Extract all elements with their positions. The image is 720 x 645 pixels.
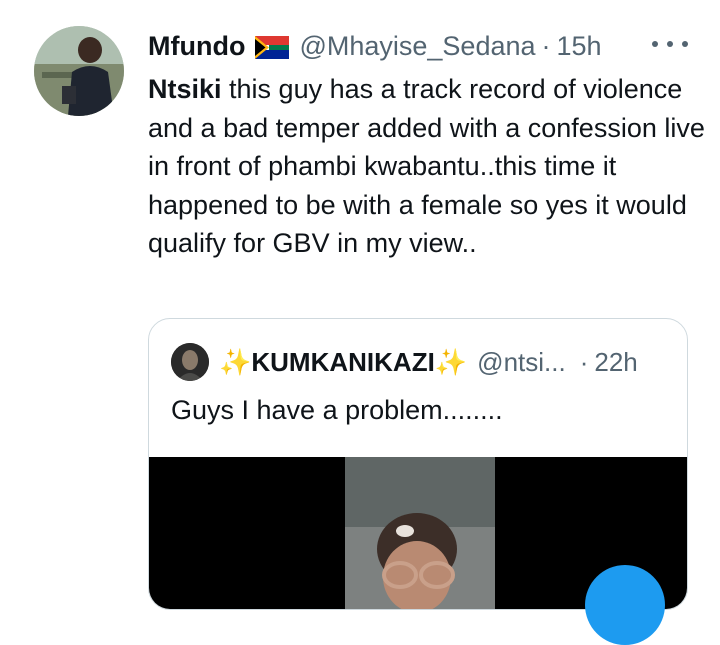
quoted-author-handle: @ntsi... [477,346,566,377]
quoted-tweet[interactable]: ✨ KUMKANIKAZI ✨ @ntsi... · 22h Guys I ha… [148,318,688,610]
compose-button[interactable] [585,565,665,645]
author-name[interactable]: Mfundo [148,31,245,62]
quoted-timestamp: 22h [594,346,638,377]
sparkle-icon: ✨ [434,346,468,377]
video-frame [345,457,495,609]
tweet-body: this guy has a track record of violence … [148,74,705,258]
separator-dot: · [541,30,551,61]
quoted-tweet-text: Guys I have a problem........ [171,395,503,425]
sparkle-icon: ✨ [219,346,252,377]
quoted-tweet-header: ✨ KUMKANIKAZI ✨ @ntsi... · 22h [171,343,638,381]
more-options-icon[interactable] [652,30,688,58]
avatar-photo [34,26,124,116]
south-africa-flag-icon [255,35,290,59]
mention-link[interactable]: Ntsiki [148,74,222,104]
tweet-header: Mfundo @Mhayise_Sedana · 15h [148,28,602,64]
separator-dot: · [579,346,589,377]
tweet-text: Ntsiki this guy has a track record of vi… [148,70,708,263]
author-handle[interactable]: @Mhayise_Sedana [299,31,535,62]
quoted-author-name: KUMKANIKAZI [251,346,435,377]
author-avatar[interactable] [34,26,124,116]
quoted-author-avatar [171,343,209,381]
video-thumbnail [345,457,495,609]
tweet-timestamp[interactable]: 15h [557,31,602,62]
tweet[interactable]: Mfundo @Mhayise_Sedana · 15h Ntsiki this… [0,0,720,645]
